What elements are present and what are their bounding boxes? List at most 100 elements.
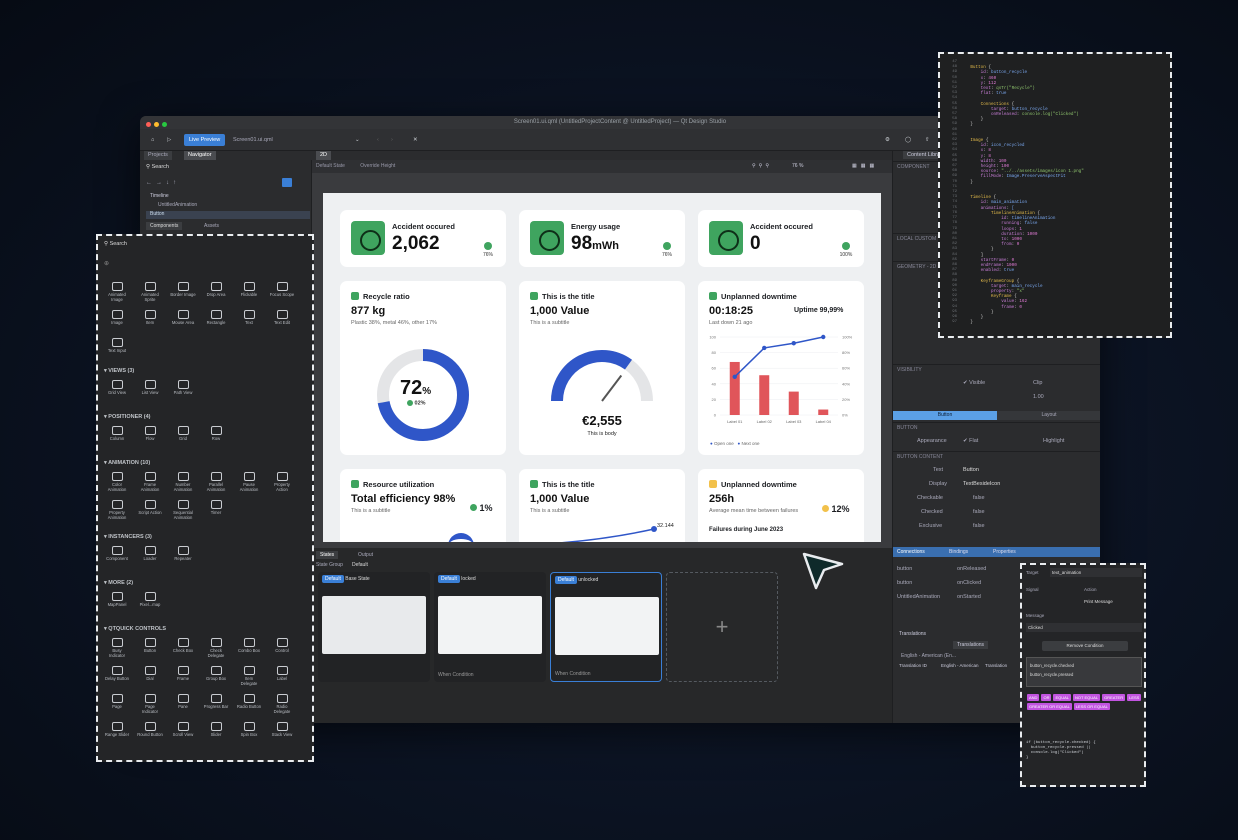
component-item[interactable]: Timer — [203, 500, 229, 515]
tab-bindings[interactable]: Bindings — [949, 547, 968, 557]
operator-button[interactable]: LESS OR EQUAL — [1073, 703, 1110, 710]
section-button-content[interactable]: BUTTON CONTENT — [893, 451, 1100, 461]
override-selector[interactable]: Override Height — [360, 163, 395, 169]
component-item[interactable]: Label — [269, 666, 295, 681]
component-item[interactable]: Item — [137, 310, 163, 325]
component-section-header[interactable]: ▾ MORE (2) — [104, 580, 133, 586]
tab-properties[interactable]: Properties — [993, 547, 1016, 557]
component-item[interactable]: Range Slider — [104, 722, 130, 737]
state-condition[interactable]: When Condition — [438, 672, 474, 678]
navigator-toolbar[interactable]: ←→↓↑ — [146, 180, 180, 186]
operator-button[interactable]: GREATER OR EQUAL — [1027, 703, 1072, 710]
component-section-header[interactable]: ▾ QTQUICK CONTROLS — [104, 626, 166, 632]
component-item[interactable]: Grid — [170, 426, 196, 441]
component-item[interactable]: Round Button — [137, 722, 163, 737]
operator-button[interactable]: OR — [1041, 694, 1052, 701]
view-options-icon[interactable]: ▦▦▦ — [852, 160, 878, 173]
run-icon[interactable]: ▷ — [162, 134, 176, 146]
message-field[interactable]: Clicked — [1026, 623, 1142, 632]
state-base[interactable]: Default Base State — [318, 572, 430, 682]
component-item[interactable]: Property Animation — [104, 500, 130, 520]
operator-button[interactable]: EQUAL — [1053, 694, 1072, 701]
component-item[interactable]: Flow — [137, 426, 163, 441]
component-item[interactable]: Flickable — [236, 282, 262, 297]
resource-card[interactable]: Resource utilization Total efficiency 98… — [340, 469, 506, 542]
component-item[interactable]: Button — [137, 638, 163, 653]
component-item[interactable]: Page Indicator — [137, 694, 163, 714]
state-locked[interactable]: Default locked When Condition — [434, 572, 546, 682]
tab-layout[interactable]: Layout — [997, 411, 1100, 420]
value-card[interactable]: This is the title 1,000 Value This is a … — [519, 281, 685, 455]
recycle-card[interactable]: Recycle ratio 877 kg Plastic 38%, metal … — [340, 281, 506, 455]
component-item[interactable]: Component — [104, 546, 130, 561]
tab-output[interactable]: Output — [354, 551, 377, 559]
component-item[interactable]: Text Edit — [269, 310, 295, 325]
filter-icon[interactable] — [282, 178, 292, 187]
component-section-header[interactable]: ▾ VIEWS (3) — [104, 368, 134, 374]
component-item[interactable]: Spin Box — [236, 722, 262, 737]
component-item[interactable]: Animated Image — [104, 282, 130, 302]
component-item[interactable]: Check Delegate — [203, 638, 229, 658]
component-item[interactable]: Radio Button — [236, 694, 262, 709]
component-item[interactable]: Drop Area — [203, 282, 229, 297]
component-item[interactable]: Pause Animation — [236, 472, 262, 492]
component-item[interactable]: Scroll View — [170, 722, 196, 737]
component-item[interactable]: Dial — [137, 666, 163, 681]
tab-navigator[interactable]: Navigator — [184, 151, 216, 160]
share-icon[interactable]: ◯ — [900, 134, 916, 146]
close-icon[interactable]: ✕ — [408, 134, 423, 146]
tab-2d[interactable]: 2D — [316, 151, 332, 160]
component-item[interactable]: Pixel...map — [137, 592, 163, 607]
component-item[interactable]: Rectangle — [203, 310, 229, 325]
value-card-2[interactable]: This is the title 1,000 Value This is a … — [519, 469, 685, 542]
component-item[interactable]: Animated Sprite — [137, 282, 163, 302]
component-item[interactable]: Stack View — [269, 722, 295, 737]
tab-button[interactable]: Button — [893, 411, 997, 420]
remove-condition-button[interactable]: Remove Condition — [1042, 641, 1128, 651]
component-section-header[interactable]: ▾ POSITIONER (4) — [104, 414, 150, 420]
component-item[interactable]: Text — [236, 310, 262, 325]
operator-button[interactable]: NOT EQUAL — [1073, 694, 1101, 701]
operator-button[interactable]: GREATER — [1102, 694, 1126, 701]
component-item[interactable]: Delay Button — [104, 666, 130, 681]
zoom-level[interactable]: 76 % — [792, 160, 803, 173]
zoom-tools-icon[interactable]: ⚲⚲⚲ — [752, 160, 772, 173]
component-item[interactable]: Mouse Area — [170, 310, 196, 325]
operator-button[interactable]: AND — [1027, 694, 1040, 701]
downtime-card[interactable]: Unplanned downtime 00:18:25 Uptime 99,99… — [698, 281, 864, 455]
component-item[interactable]: Check Box — [170, 638, 196, 653]
tab-components[interactable]: Components — [146, 222, 183, 230]
text-field[interactable]: Button — [963, 464, 1063, 476]
component-item[interactable]: Grid View — [104, 380, 130, 395]
back-icon[interactable]: ‹ — [372, 134, 384, 146]
component-item[interactable]: Border Image — [170, 282, 196, 297]
component-item[interactable]: Sequential Animation — [170, 500, 196, 520]
kpi-card[interactable]: Accident occured 0 100% — [698, 210, 864, 267]
checked-checkbox[interactable]: false — [973, 506, 1013, 518]
component-item[interactable]: List View — [137, 380, 163, 395]
checkable-checkbox[interactable]: false — [973, 492, 1013, 504]
component-item[interactable]: Slider — [203, 722, 229, 737]
language-select[interactable]: English - American (En... — [901, 653, 956, 659]
state-condition[interactable]: When Condition — [555, 671, 591, 677]
tab-assets[interactable]: Assets — [200, 222, 223, 230]
component-item[interactable]: Group Box — [203, 666, 229, 681]
component-item[interactable]: Item Delegate — [236, 666, 262, 686]
component-item[interactable]: Path View — [170, 380, 196, 395]
component-item[interactable]: Radio Delegate — [269, 694, 295, 714]
component-item[interactable]: Text Input — [104, 338, 130, 353]
component-item[interactable]: Color Animation — [104, 472, 130, 492]
flat-checkbox[interactable]: ✔ Flat — [963, 435, 1013, 447]
component-item[interactable]: Busy Indicator — [104, 638, 130, 658]
opacity-field[interactable]: 1.00 — [1033, 391, 1093, 403]
action-select[interactable]: Print Message — [1084, 599, 1113, 604]
tab-translations[interactable]: Translations — [953, 641, 989, 649]
code-text[interactable]: Button { id: button_recycle x: 460 y: 11… — [960, 60, 1084, 325]
component-item[interactable]: Script Action — [137, 500, 163, 515]
clip-checkbox[interactable]: Clip — [1033, 377, 1093, 389]
component-item[interactable]: Repeater — [170, 546, 196, 561]
operator-button[interactable]: LESS — [1127, 694, 1142, 701]
forward-icon[interactable]: › — [386, 134, 398, 146]
component-item[interactable]: Focus Scope — [269, 282, 295, 297]
state-unlocked[interactable]: Default unlocked When Condition — [550, 572, 662, 682]
